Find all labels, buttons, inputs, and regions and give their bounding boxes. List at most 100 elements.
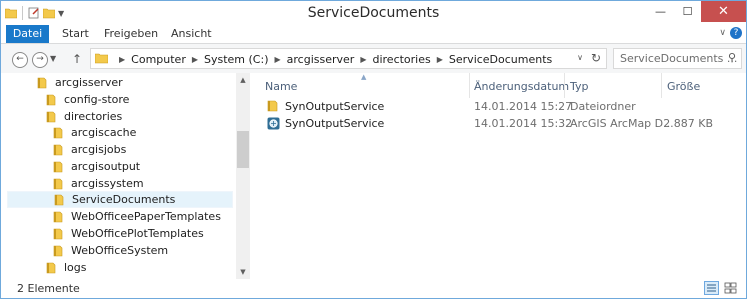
maximize-icon: ☐ <box>682 5 693 18</box>
tab-file[interactable]: Datei <box>6 25 49 43</box>
file-name: SynOutputService <box>285 117 385 130</box>
tree-item-label: config-store <box>64 93 130 106</box>
scrollbar-thumb[interactable] <box>237 131 249 168</box>
minimize-icon: — <box>655 5 666 18</box>
tab-home[interactable]: Start <box>62 25 89 43</box>
column-header-date[interactable]: Änderungsdatum <box>474 80 569 93</box>
address-row: ← → ▼ ↑ ▶ Computer ▶ System (C:) ▶ arcgi… <box>1 44 746 73</box>
tree-item-directories[interactable]: directories <box>46 108 122 125</box>
file-name: SynOutputService <box>285 100 385 113</box>
tree-item-label: arcgiscache <box>71 126 137 139</box>
tree-item-label: ServiceDocuments <box>72 193 176 206</box>
column-divider[interactable] <box>469 73 470 98</box>
breadcrumb-directories[interactable]: directories <box>372 53 430 66</box>
folder-icon <box>53 211 63 222</box>
help-icon[interactable]: ? <box>730 27 742 39</box>
details-view-button[interactable] <box>704 281 719 295</box>
breadcrumb-chevron-icon[interactable]: ▶ <box>360 55 366 64</box>
column-header-type[interactable]: Typ <box>570 80 589 93</box>
close-button[interactable]: ✕ <box>701 1 746 22</box>
search-icon[interactable]: ⚲ <box>728 51 736 64</box>
tree-item-arcgiscache[interactable]: arcgiscache <box>53 124 136 141</box>
column-header-size[interactable]: Größe <box>667 80 700 93</box>
tree-item-label: arcgisjobs <box>71 143 127 156</box>
tree-item-webofficeepapertemplates[interactable]: WebOfficeePaperTemplates <box>53 208 221 225</box>
folder-icon <box>46 111 56 122</box>
tree-item-label: logs <box>64 261 87 274</box>
file-type: Dateiordner <box>570 100 636 113</box>
details-view-icon <box>707 284 716 292</box>
tree-item-webofficesystem[interactable]: WebOfficeSystem <box>53 242 168 259</box>
tree-item-label: arcgissystem <box>71 177 144 190</box>
tab-view[interactable]: Ansicht <box>171 25 212 43</box>
tree-item-arcgisjobs[interactable]: arcgisjobs <box>53 141 126 158</box>
item-count: 2 Elemente <box>17 282 80 295</box>
large-icons-view-icon <box>724 282 737 294</box>
breadcrumb-arcgisserver[interactable]: arcgisserver <box>287 53 355 66</box>
breadcrumb-computer[interactable]: Computer <box>131 53 186 66</box>
refresh-icon[interactable]: ↻ <box>591 51 601 65</box>
navigation-pane: arcgisserver config-store directories ar… <box>1 73 250 279</box>
folder-icon <box>53 127 63 138</box>
tree-item-arcgisserver[interactable]: arcgisserver <box>37 74 123 91</box>
tree-item-arcgisoutput[interactable]: arcgisoutput <box>53 158 140 175</box>
close-icon: ✕ <box>718 4 729 19</box>
search-placeholder: ServiceDocuments ... <box>620 52 738 65</box>
folder-icon <box>46 262 56 273</box>
forward-button[interactable]: → <box>32 52 48 68</box>
file-size: 2 887 KB <box>663 117 713 130</box>
scroll-down-arrow-icon[interactable]: ▼ <box>236 265 250 279</box>
column-header-name[interactable]: Name <box>265 80 297 93</box>
folder-icon <box>37 77 47 88</box>
tree-item-webofficeplottemplates[interactable]: WebOfficePlotTemplates <box>53 225 204 242</box>
large-icons-view-button[interactable] <box>723 281 738 295</box>
address-folder-icon <box>95 53 108 64</box>
up-arrow-icon[interactable]: ↑ <box>72 52 82 66</box>
tree-item-config-store[interactable]: config-store <box>46 91 129 108</box>
folder-icon <box>53 178 63 189</box>
column-divider[interactable] <box>661 73 662 98</box>
file-date: 14.01.2014 15:32 <box>474 117 573 130</box>
recent-locations-chevron-icon[interactable]: ▼ <box>50 54 56 63</box>
tree-item-arcgissystem[interactable]: arcgissystem <box>53 175 144 192</box>
breadcrumb-chevron-icon[interactable]: ▶ <box>119 55 125 64</box>
scroll-up-arrow-icon[interactable]: ▲ <box>236 73 250 87</box>
file-type: ArcGIS ArcMap D... <box>570 117 674 130</box>
table-row[interactable]: SynOutputService 14.01.2014 15:32 ArcGIS… <box>251 116 746 133</box>
folder-icon <box>54 194 64 205</box>
tab-share[interactable]: Freigeben <box>104 25 158 43</box>
search-input[interactable]: ServiceDocuments ... ⚲ <box>613 48 742 69</box>
tree-item-servicedocuments[interactable]: ServiceDocuments <box>7 191 233 208</box>
folder-icon <box>53 228 63 239</box>
sort-ascending-icon: ▲ <box>361 73 367 81</box>
title-bar: ▼ ServiceDocuments — ☐ ✕ <box>1 1 746 25</box>
folder-icon <box>267 100 278 112</box>
minimize-button[interactable]: — <box>647 1 674 22</box>
tree-item-label: arcgisserver <box>55 76 123 89</box>
tree-item-label: WebOfficeePaperTemplates <box>71 210 221 223</box>
breadcrumb-servicedocuments[interactable]: ServiceDocuments <box>449 53 552 66</box>
explorer-window: ▼ ServiceDocuments — ☐ ✕ Datei Start Fre… <box>0 0 747 299</box>
table-row[interactable]: SynOutputService 14.01.2014 15:27 Dateio… <box>251 99 746 116</box>
ribbon-tabs: Datei Start Freigeben Ansicht ∨ ? <box>1 25 746 44</box>
file-date: 14.01.2014 15:27 <box>474 100 573 113</box>
back-button[interactable]: ← <box>12 52 28 68</box>
address-dropdown-chevron-icon[interactable]: ∨ <box>577 53 583 62</box>
folder-icon <box>46 94 56 105</box>
folder-icon <box>53 245 63 256</box>
window-controls: — ☐ ✕ <box>647 1 746 22</box>
tree-item-label: WebOfficePlotTemplates <box>71 227 204 240</box>
tree-item-label: WebOfficeSystem <box>71 244 169 257</box>
column-divider[interactable] <box>564 73 565 98</box>
breadcrumb-system-c[interactable]: System (C:) <box>204 53 269 66</box>
address-bar[interactable]: ▶ Computer ▶ System (C:) ▶ arcgisserver … <box>90 48 607 69</box>
forward-arrow-icon: → <box>36 54 44 64</box>
tree-item-logs[interactable]: logs <box>46 259 87 276</box>
maximize-button[interactable]: ☐ <box>674 1 701 22</box>
breadcrumb: ▶ Computer ▶ System (C:) ▶ arcgisserver … <box>113 52 552 66</box>
breadcrumb-chevron-icon[interactable]: ▶ <box>275 55 281 64</box>
navigation-scrollbar[interactable]: ▲ ▼ <box>236 73 250 279</box>
expand-ribbon-chevron-icon[interactable]: ∨ <box>719 28 726 38</box>
breadcrumb-chevron-icon[interactable]: ▶ <box>437 55 443 64</box>
breadcrumb-chevron-icon[interactable]: ▶ <box>192 55 198 64</box>
